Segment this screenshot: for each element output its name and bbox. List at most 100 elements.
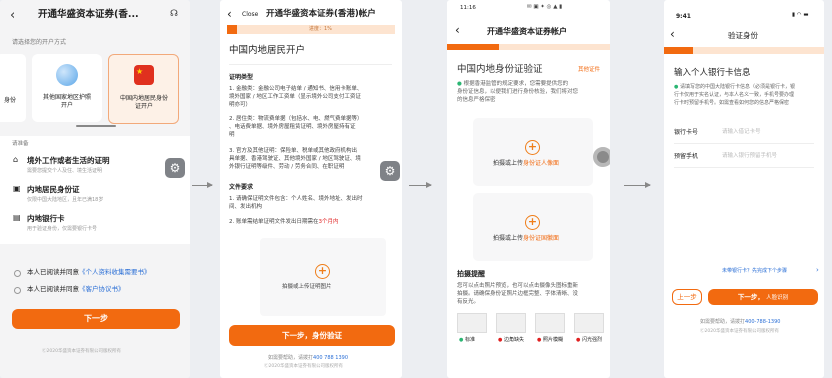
help-phone-link[interactable]: 400 788 1390	[313, 355, 348, 361]
upload-id-back[interactable]: + 拍摄或上传身份证国徽面	[473, 193, 593, 261]
upload-back-label: 拍摄或上传身份证国徽面	[493, 235, 560, 242]
back-icon[interactable]: ‹	[227, 7, 232, 22]
desc-line: 的信息严格保密	[457, 97, 496, 103]
back-icon[interactable]: ‹	[670, 27, 675, 42]
proof-type-1-cont: 境外国家 / 地区工作工资单（显示境外公司支付工资证	[229, 94, 361, 100]
divider	[229, 64, 392, 65]
close-button[interactable]: Close	[242, 11, 258, 19]
card-passport-label: 其他国家地区护照 开户	[42, 94, 91, 109]
divider	[674, 143, 814, 144]
proof-type-2: 2. 居住类：物流费单据（包括水、电、燃气费单据等）	[229, 116, 363, 122]
section-heading: 中国内地居民开户	[229, 45, 306, 56]
item-desc: 需要您提交个人及住、境生活证明	[27, 168, 103, 174]
choose-label: 请选择您的开户方式	[12, 39, 67, 46]
progress-bar: 进度：1%	[227, 25, 395, 34]
prev-button[interactable]: 上一步	[672, 289, 702, 305]
ok-icon: ●	[459, 337, 464, 343]
tips-heading: 拍摄提醒	[457, 270, 485, 278]
next-verify-button[interactable]: 下一步，身份验证	[229, 325, 395, 346]
tip-line: 有反光。	[457, 299, 480, 305]
privacy-link[interactable]: 《个人资料收集需要书》	[79, 268, 151, 276]
screen-address-proof: ‹ Close 开通华盛资本证券(香港)帐户 进度：1% 中国内地居民开户 证明…	[220, 0, 402, 378]
progress-bar	[664, 47, 824, 54]
info-icon: ●	[457, 81, 462, 87]
settings-gear-icon[interactable]: ⚙	[165, 158, 185, 178]
help-phone-link[interactable]: 400-788-1390	[745, 319, 780, 325]
progress-bar	[447, 44, 610, 50]
progress-fill	[664, 47, 693, 54]
next-face-button[interactable]: 下一步， 人脸识别	[708, 289, 818, 305]
doc-type-label: 证明类型	[229, 74, 254, 81]
info-icon: ●	[674, 84, 679, 90]
card-id-partial-label: 身份	[4, 97, 17, 104]
copyright: Ⓒ2020华盛资本证券有限公司版权所有	[42, 349, 121, 354]
upload-front-label: 拍摄或上传身份证人像面	[493, 160, 560, 167]
flow-arrow	[409, 182, 432, 188]
requirement-1-cont: 间、发出机构	[229, 204, 263, 210]
floating-touch-icon[interactable]	[593, 147, 610, 167]
note-line: ● 请填写您的中国大陆银行卡信息（必须是银行卡，银	[674, 84, 795, 90]
next-button[interactable]: 下一步	[12, 309, 180, 329]
id-icon: ▣	[13, 184, 21, 193]
requirement-1: 1. 请确保证明文件包含：个人姓名、境外地址、发出时	[229, 196, 363, 202]
globe-icon	[56, 64, 78, 86]
prepare-label: 请准备	[12, 141, 29, 147]
phone-label: 预留手机	[674, 153, 699, 160]
sample-thumb	[496, 313, 526, 333]
card-number-input[interactable]: 请输入借记卡号	[722, 129, 761, 136]
proof-type-1: 1. 金融类：金融公司电子结单 / 通知书、信用卡账单、	[229, 86, 363, 92]
requirement-2: 2. 账单需结单证明文件发出日期需在3个月内	[229, 219, 339, 225]
upload-id-front[interactable]: + 拍摄或上传身份证人像面	[473, 118, 593, 186]
note-line: 行卡时预留手机号。如需查看如何您的信息严格保密	[674, 100, 790, 106]
upload-label: 拍摄或上传证明图片	[282, 284, 332, 290]
flow-arrow	[192, 182, 213, 188]
back-icon[interactable]: ‹	[10, 8, 15, 24]
help-text: 如需要帮助，请拨打400-788-1390	[700, 319, 781, 325]
headset-icon[interactable]: ☊	[170, 9, 178, 20]
x-icon: ●	[498, 337, 503, 343]
phone-input[interactable]: 请输入银行预留手机号	[722, 153, 777, 160]
agree-text-2: 本人已阅读并同意《客户协议书》	[27, 285, 125, 293]
agree-checkbox-2[interactable]	[14, 287, 21, 294]
requirements-label: 文件要求	[229, 184, 254, 191]
item-title: 内地银行卡	[27, 214, 65, 223]
agree-checkbox-1[interactable]	[14, 270, 21, 277]
flow-arrow	[624, 182, 651, 188]
note-line: 行卡仅用于实名认证，与本人名义一致，手机号要办理	[674, 92, 795, 98]
china-flag-icon: ★	[134, 65, 154, 85]
progress-fill	[447, 44, 500, 50]
proof-type-3-cont: 具单据、香港驾驶证、其他境外国家 / 地区驾驶证、境	[229, 156, 361, 162]
proof-type-1-cont: 明亦可）	[229, 102, 252, 108]
settings-gear-icon[interactable]: ⚙	[380, 161, 400, 181]
desc-line: 身份证信息，以便我们进行身份核验，我们将对您	[457, 89, 579, 95]
card-passport[interactable]: 其他国家地区护照 开户	[32, 54, 102, 122]
item-desc: 用于验证身份，仅需要银行卡号	[27, 226, 98, 232]
add-icon: +	[525, 140, 540, 155]
carousel-indicator	[76, 125, 116, 127]
upload-proof-area[interactable]: + 拍摄或上传证明图片	[260, 238, 386, 316]
status-icons: ▮ ◠ ▬	[792, 12, 809, 18]
page-title: 开通华盛资本证券(香...	[38, 9, 139, 20]
card-number-label: 银行卡号	[674, 129, 699, 136]
card-mainland-id[interactable]: ★ 中国内地居民身份 证开户	[108, 54, 179, 124]
back-icon[interactable]: ‹	[455, 23, 460, 38]
page-title: 验证身份	[728, 31, 758, 40]
page-title: 开通华盛资本证券帐户	[487, 27, 567, 36]
screen-id-card-verify: 11:16 ✉ ▣ ✦ ◎ ▲ ▮ ‹ 开通华盛资本证券帐户 中国内地身份证验证…	[447, 0, 610, 378]
section-heading: 中国内地身份证验证	[457, 64, 543, 75]
sample-label: ● 标准	[459, 337, 475, 343]
chevron-right-icon: ›	[816, 266, 819, 274]
copyright: Ⓒ2020华盛资本证券有限公司版权所有	[264, 364, 343, 369]
section-heading: 输入个人银行卡信息	[674, 68, 751, 78]
desc-line: ● 根据香港监管的规定要求，您需要提供您的	[457, 81, 569, 87]
other-docs-link[interactable]: 其他证件	[578, 67, 600, 74]
no-card-link[interactable]: 未带银行卡？先完成下个步骤	[722, 268, 787, 274]
item-title: 境外工作或者生活的证明	[27, 156, 110, 165]
agreement-link[interactable]: 《客户协议书》	[79, 285, 125, 293]
sample-thumb	[457, 313, 487, 333]
item-title: 内地居民身份证	[27, 185, 80, 194]
card-id-partial[interactable]	[0, 54, 26, 122]
screen-account-type: ‹ 开通华盛资本证券(香... ☊ 请选择您的开户方式 身份 其他国家地区护照 …	[0, 0, 190, 378]
card-mainland-label: 中国内地居民身份 证开户	[119, 95, 168, 110]
progress-fill	[227, 25, 238, 34]
